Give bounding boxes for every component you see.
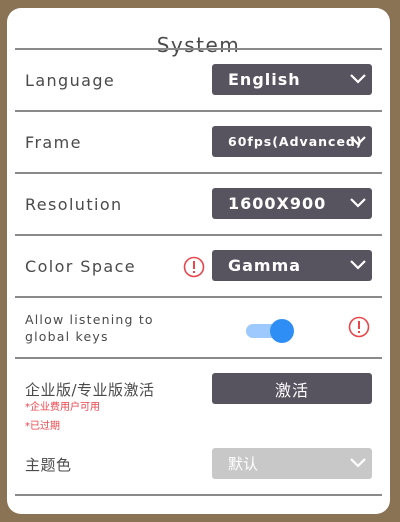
chevron-down-icon: [350, 458, 366, 468]
frame-value: 60fps(Advanced): [228, 134, 363, 149]
chevron-down-icon: [350, 260, 366, 270]
toggle-knob: [270, 319, 294, 343]
color-space-select[interactable]: Gamma: [212, 250, 372, 281]
expired-note: *已过期: [25, 421, 60, 432]
color-space-label: Color Space: [25, 257, 137, 276]
divider: [15, 234, 382, 236]
divider: [15, 172, 382, 174]
global-keys-toggle[interactable]: [246, 319, 294, 343]
divider: [15, 494, 382, 496]
theme-color-label: 主题色: [25, 456, 72, 474]
language-label: Language: [25, 71, 116, 90]
chevron-down-icon: [350, 136, 366, 146]
divider: [15, 357, 382, 359]
divider: [15, 296, 382, 298]
frame-label: Frame: [25, 133, 82, 152]
resolution-label: Resolution: [25, 195, 123, 214]
divider: [15, 48, 382, 50]
resolution-value: 1600X900: [228, 194, 327, 213]
panel-title: System: [156, 33, 241, 57]
chevron-down-icon: [350, 74, 366, 84]
language-value: English: [228, 70, 301, 89]
activate-button[interactable]: 激活: [212, 373, 372, 404]
enterprise-user-note: *企业费用户可用: [25, 402, 100, 413]
exclamation-circle-icon[interactable]: [348, 316, 370, 338]
global-keys-label-line1: Allow listening to: [25, 312, 154, 327]
divider: [15, 110, 382, 112]
global-keys-label-line2: global keys: [25, 329, 109, 344]
language-select[interactable]: English: [212, 64, 372, 95]
resolution-select[interactable]: 1600X900: [212, 188, 372, 219]
theme-color-value: 默认: [228, 455, 259, 473]
system-settings-panel: System Language English Frame 60fps(Adva…: [7, 8, 390, 514]
theme-color-select[interactable]: 默认: [212, 448, 372, 479]
chevron-down-icon: [350, 198, 366, 208]
color-space-value: Gamma: [228, 256, 302, 275]
frame-select[interactable]: 60fps(Advanced): [212, 126, 372, 157]
exclamation-circle-icon[interactable]: [183, 256, 205, 278]
edition-activation-label: 企业版/专业版激活: [25, 381, 155, 399]
